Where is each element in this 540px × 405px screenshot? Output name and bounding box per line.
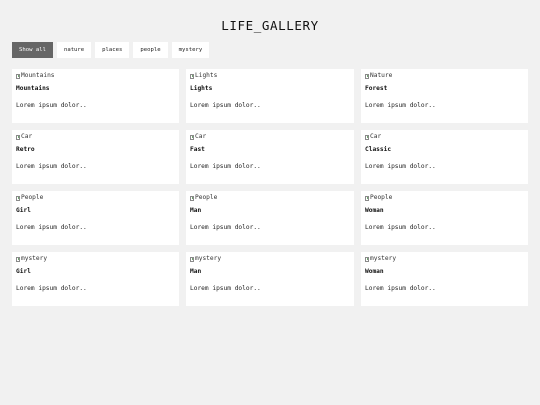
card-text: Lorem ipsum dolor.. [190, 224, 261, 231]
filter-button-places[interactable]: places [95, 42, 130, 58]
card-text: Lorem ipsum dolor.. [16, 285, 87, 292]
card-image: People [16, 194, 175, 202]
card-text: Lorem ipsum dolor.. [16, 163, 87, 170]
broken-image-icon [190, 134, 194, 140]
card-text: Lorem ipsum dolor.. [16, 102, 87, 109]
card-title: Classic [365, 146, 392, 153]
card-image: mystery [365, 255, 524, 263]
broken-image-icon [190, 256, 194, 262]
card-image-alt: mystery [370, 255, 397, 262]
card-image: mystery [190, 255, 350, 263]
gallery-card: Mountains Mountains Lorem ipsum dolor.. [12, 69, 179, 123]
card-image: People [365, 194, 524, 202]
gallery-card: Car Classic Lorem ipsum dolor.. [361, 130, 528, 184]
gallery-grid: Mountains Mountains Lorem ipsum dolor.. … [12, 69, 528, 306]
broken-image-icon [16, 134, 20, 140]
broken-image-icon [16, 195, 20, 201]
card-image-alt: Mountains [21, 72, 55, 79]
filter-button-mystery[interactable]: mystery [171, 42, 210, 58]
filter-button-people[interactable]: people [133, 42, 168, 58]
broken-image-icon [365, 256, 369, 262]
card-text: Lorem ipsum dolor.. [365, 285, 436, 292]
card-title: Girl [16, 268, 31, 275]
card-image-alt: Car [370, 133, 382, 140]
filter-button-show-all[interactable]: Show all [12, 42, 53, 58]
card-title: Fast [190, 146, 205, 153]
gallery-card: mystery Woman Lorem ipsum dolor.. [361, 252, 528, 306]
card-image: Car [365, 133, 524, 141]
card-image: mystery [16, 255, 175, 263]
card-image-alt: Lights [195, 72, 218, 79]
card-title: Forest [365, 85, 388, 92]
card-title: Woman [365, 268, 384, 275]
card-title: Lights [190, 85, 213, 92]
broken-image-icon [365, 195, 369, 201]
card-text: Lorem ipsum dolor.. [16, 224, 87, 231]
broken-image-icon [16, 256, 20, 262]
card-image: Lights [190, 72, 350, 80]
card-image-alt: People [370, 194, 393, 201]
filter-bar: Show all nature places people mystery [12, 42, 210, 58]
card-image: Car [16, 133, 175, 141]
card-title: Woman [365, 207, 384, 214]
gallery-card: mystery Girl Lorem ipsum dolor.. [12, 252, 179, 306]
gallery-card: Car Retro Lorem ipsum dolor.. [12, 130, 179, 184]
card-text: Lorem ipsum dolor.. [190, 102, 261, 109]
broken-image-icon [16, 73, 20, 79]
card-image-alt: mystery [195, 255, 222, 262]
broken-image-icon [365, 134, 369, 140]
card-text: Lorem ipsum dolor.. [365, 224, 436, 231]
card-text: Lorem ipsum dolor.. [190, 163, 261, 170]
card-title: Man [190, 268, 202, 275]
gallery-card: People Girl Lorem ipsum dolor.. [12, 191, 179, 245]
card-image-alt: People [195, 194, 218, 201]
gallery-card: People Man Lorem ipsum dolor.. [186, 191, 354, 245]
gallery-card: Lights Lights Lorem ipsum dolor.. [186, 69, 354, 123]
gallery-card: Car Fast Lorem ipsum dolor.. [186, 130, 354, 184]
card-title: Retro [16, 146, 35, 153]
gallery-card: mystery Man Lorem ipsum dolor.. [186, 252, 354, 306]
page-title: LIFE_GALLERY [221, 18, 319, 33]
card-image-alt: Car [21, 133, 33, 140]
card-title: Mountains [16, 85, 50, 92]
card-image: People [190, 194, 350, 202]
card-image: Nature [365, 72, 524, 80]
gallery-page: LIFE_GALLERY Show all nature places peop… [0, 0, 540, 405]
card-text: Lorem ipsum dolor.. [365, 102, 436, 109]
card-image-alt: People [21, 194, 44, 201]
card-image-alt: Car [195, 133, 207, 140]
gallery-card: Nature Forest Lorem ipsum dolor.. [361, 69, 528, 123]
card-image: Car [190, 133, 350, 141]
gallery-card: People Woman Lorem ipsum dolor.. [361, 191, 528, 245]
filter-button-nature[interactable]: nature [56, 42, 92, 58]
card-image-alt: mystery [21, 255, 48, 262]
card-image-alt: Nature [370, 72, 393, 79]
broken-image-icon [190, 195, 194, 201]
card-image: Mountains [16, 72, 175, 80]
broken-image-icon [190, 73, 194, 79]
card-text: Lorem ipsum dolor.. [365, 163, 436, 170]
card-title: Girl [16, 207, 31, 214]
broken-image-icon [365, 73, 369, 79]
card-text: Lorem ipsum dolor.. [190, 285, 261, 292]
card-title: Man [190, 207, 202, 214]
